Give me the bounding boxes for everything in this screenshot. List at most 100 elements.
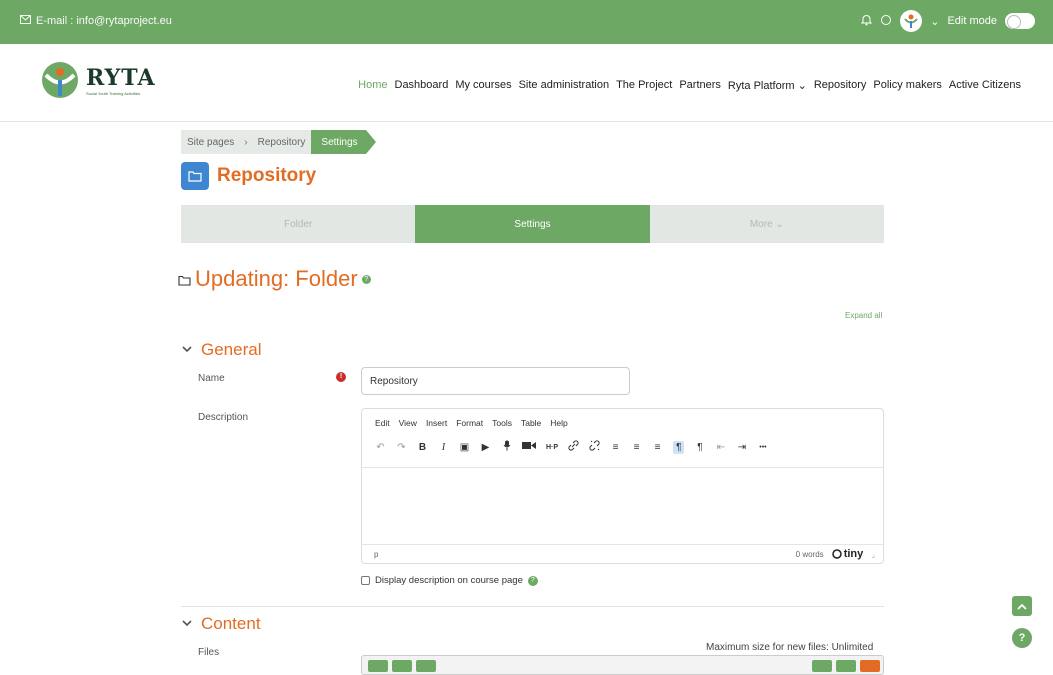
editor-content-area[interactable] <box>362 467 883 546</box>
undo-icon[interactable]: ↶ <box>375 442 386 453</box>
edit-mode-toggle[interactable] <box>1005 13 1035 29</box>
editor-statusbar: p 0 words tiny ⌟ <box>362 544 883 563</box>
secondary-tabs: Folder Settings More ⌄ <box>181 205 884 243</box>
chevron-down-icon <box>181 619 193 630</box>
editor-menubar: Edit View Insert Format Tools Table Help <box>362 409 883 428</box>
max-size-note: Maximum size for new files: Unlimited <box>706 642 874 653</box>
breadcrumb-site-pages[interactable]: Site pages <box>181 130 241 154</box>
menu-help[interactable]: Help <box>550 418 567 428</box>
nav-item-my-courses[interactable]: My courses <box>455 79 511 92</box>
chevron-down-icon <box>181 345 193 356</box>
nav-item-home[interactable]: Home <box>358 79 387 92</box>
logo-icon <box>42 62 78 98</box>
section-general-title: General <box>201 340 262 359</box>
view-tree-button[interactable] <box>860 660 880 672</box>
download-button[interactable] <box>416 660 436 672</box>
breadcrumb-repository[interactable]: Repository <box>251 130 312 154</box>
folder-icon <box>181 162 209 190</box>
create-folder-button[interactable] <box>392 660 412 672</box>
name-input[interactable]: Repository <box>361 367 630 395</box>
expand-all-link[interactable]: Expand all <box>845 311 882 320</box>
add-file-button[interactable] <box>368 660 388 672</box>
section-content-header[interactable]: Content <box>181 614 261 634</box>
main-navbar: RYTA Social Youth Training Activities Ho… <box>0 44 1053 122</box>
align-right-icon[interactable]: ≡ <box>652 442 663 453</box>
section-content-title: Content <box>201 614 261 633</box>
required-icon: ! <box>336 372 346 382</box>
italic-icon[interactable]: I <box>438 442 449 453</box>
align-center-icon[interactable]: ≡ <box>631 442 642 453</box>
microphone-icon[interactable] <box>501 440 512 454</box>
chat-icon[interactable] <box>880 14 892 29</box>
help-icon[interactable]: ? <box>527 575 538 586</box>
more-icon[interactable]: ••• <box>757 444 768 451</box>
h5p-icon[interactable]: H·P <box>546 444 558 451</box>
tab-settings[interactable]: Settings <box>415 205 650 243</box>
unlink-icon[interactable] <box>589 440 600 454</box>
breadcrumb-current: Settings <box>311 130 376 154</box>
view-list-button[interactable] <box>836 660 856 672</box>
section-divider <box>181 606 884 607</box>
editor-path[interactable]: p <box>374 550 378 559</box>
back-to-top-button[interactable] <box>1012 596 1032 616</box>
media-icon[interactable]: ▶ <box>480 442 491 453</box>
rtl-icon[interactable]: ¶ <box>694 442 705 453</box>
bold-icon[interactable]: B <box>417 442 428 453</box>
redo-icon[interactable]: ↷ <box>396 442 407 453</box>
tab-more[interactable]: More ⌄ <box>649 205 884 243</box>
breadcrumb-separator: › <box>240 130 252 154</box>
help-button[interactable]: ? <box>1012 628 1032 648</box>
tiny-logo[interactable]: tiny <box>831 548 863 560</box>
menu-tools[interactable]: Tools <box>492 418 512 428</box>
heading-text: Updating: Folder <box>195 266 358 291</box>
mail-icon <box>20 15 31 27</box>
video-camera-icon[interactable] <box>522 441 536 453</box>
nav-item-policy-makers[interactable]: Policy makers <box>873 79 941 92</box>
link-icon[interactable] <box>568 440 579 454</box>
chevron-down-icon[interactable]: ⌄ <box>930 15 939 28</box>
help-icon[interactable]: ? <box>361 274 371 284</box>
menu-view[interactable]: View <box>399 418 417 428</box>
ltr-icon[interactable]: ¶ <box>673 440 685 454</box>
indent-icon[interactable]: ⇥ <box>736 442 747 453</box>
user-avatar[interactable] <box>900 10 923 32</box>
word-count[interactable]: 0 words <box>796 550 824 559</box>
display-description-label: Display description on course page <box>375 575 523 586</box>
menu-format[interactable]: Format <box>456 418 483 428</box>
section-general-header[interactable]: General <box>181 340 261 360</box>
view-icons-button[interactable] <box>812 660 832 672</box>
display-description-checkbox[interactable] <box>361 576 370 585</box>
page-header: Repository <box>181 162 316 190</box>
nav-item-dashboard[interactable]: Dashboard <box>395 79 449 92</box>
nav-item-ryta-platform[interactable]: Ryta Platform ⌄ <box>728 79 807 92</box>
top-bar: E-mail : info@rytaproject.eu ⌄ Edit mode <box>0 0 1053 44</box>
resize-handle-icon[interactable]: ⌟ <box>871 550 875 559</box>
contact-email[interactable]: E-mail : info@rytaproject.eu <box>20 15 172 27</box>
menu-insert[interactable]: Insert <box>426 418 447 428</box>
bell-icon[interactable] <box>861 14 873 29</box>
menu-edit[interactable]: Edit <box>375 418 390 428</box>
description-label: Description <box>198 412 249 423</box>
folder-outline-icon <box>178 266 191 292</box>
site-logo[interactable]: RYTA Social Youth Training Activities <box>40 60 156 100</box>
tiny-icon <box>831 549 842 559</box>
outdent-icon[interactable]: ⇤ <box>715 442 726 453</box>
nav-item-site-administration[interactable]: Site administration <box>519 79 610 92</box>
nav-item-the-project[interactable]: The Project <box>616 79 672 92</box>
nav-item-repository[interactable]: Repository <box>814 79 867 92</box>
image-icon[interactable]: ▣ <box>459 442 470 453</box>
description-editor: Edit View Insert Format Tools Table Help… <box>361 408 884 564</box>
tab-folder[interactable]: Folder <box>181 205 416 243</box>
file-manager <box>361 655 884 675</box>
nav-item-active-citizens[interactable]: Active Citizens <box>949 79 1021 92</box>
files-label: Files <box>198 647 220 658</box>
brand-tagline: Social Youth Training Activities <box>86 90 141 96</box>
form-heading: Updating: Folder ? <box>178 266 371 292</box>
name-label: Name <box>198 373 225 384</box>
menu-table[interactable]: Table <box>521 418 541 428</box>
align-left-icon[interactable]: ≡ <box>610 442 621 453</box>
chevron-up-icon <box>1017 603 1027 610</box>
nav-item-partners[interactable]: Partners <box>679 79 721 92</box>
breadcrumb: Site pages › Repository Settings <box>181 130 376 154</box>
primary-nav: Home Dashboard My courses Site administr… <box>358 79 1021 92</box>
